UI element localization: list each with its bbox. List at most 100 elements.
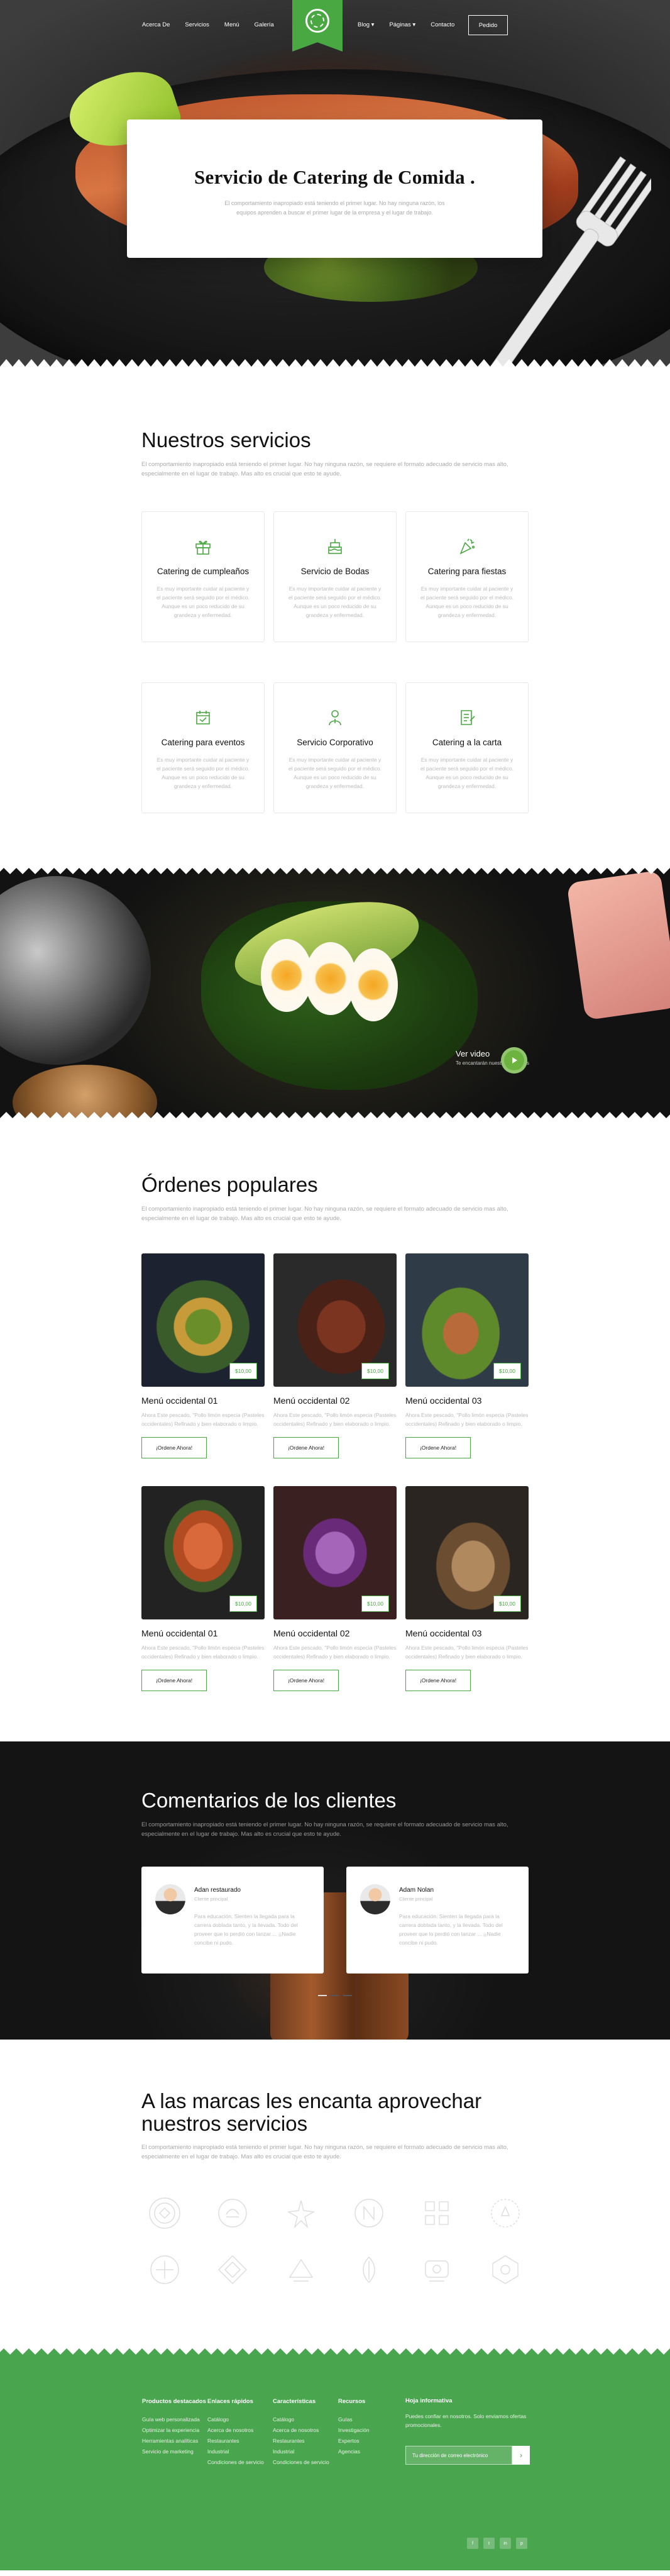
linkedin-icon[interactable]: in [500,2538,511,2549]
services-lead: El comportamiento inapropiado está tenie… [141,461,508,477]
footer-col-title: Enlaces rápidos [207,2398,253,2405]
service-desc: Es muy importante cuidar al paciente y e… [157,757,250,789]
avatar [360,1884,390,1914]
logo-emblem-icon [305,9,329,33]
order-now-button[interactable]: ¡Ordene Ahora! [405,1670,471,1691]
pinterest-icon[interactable]: p [516,2538,527,2549]
order-card: $10,00 Menú occidental 01 Ahora Este pes… [141,1253,265,1458]
service-title: Catering para eventos [161,738,245,747]
pot-image [0,876,151,1065]
reviews-title: Comentarios de los clientes [141,1789,397,1812]
hero-section: Acerca De Servicios Menú Galería Blog ▾ … [0,0,670,375]
twitter-icon[interactable]: t [483,2538,495,2549]
order-title: Menú occidental 01 [141,1628,218,1638]
carousel-dot[interactable] [318,1995,327,1996]
brand-logo-icon [482,2196,529,2231]
orders-lead: El comportamiento inapropiado está tenie… [141,1206,508,1222]
hero-title: Servicio de Catering de Comida . [194,166,475,188]
service-title: Catering de cumpleaños [157,567,250,576]
service-card[interactable]: Catering a la carta Es muy importante cu… [405,682,529,813]
footer-link[interactable]: Guías [338,2414,404,2425]
nav-link-about[interactable]: Acerca De [142,21,170,28]
footer-link[interactable]: Catálogo [207,2414,273,2425]
carousel-dot[interactable] [343,1995,352,1996]
send-button[interactable]: › [512,2446,530,2465]
order-image-salmon[interactable]: $10,00 [141,1486,265,1619]
nav-link-pages[interactable]: Páginas ▾ [389,21,415,28]
price-badge: $10,00 [493,1596,521,1612]
order-now-button[interactable]: ¡Ordene Ahora! [141,1670,207,1691]
order-now-button[interactable]: ¡Ordene Ahora! [141,1437,207,1458]
order-now-button[interactable]: ¡Ordene Ahora! [273,1670,339,1691]
reviews-section: Comentarios de los clientes El comportam… [0,1741,670,2040]
email-field[interactable] [405,2446,512,2465]
service-card[interactable]: Servicio de Bodas Es muy importante cuid… [273,511,397,642]
brand-logo-icon [346,2252,392,2287]
price-badge: $10,00 [229,1596,257,1612]
order-image-icecream[interactable]: $10,00 [273,1486,397,1619]
order-card: $10,00 Menú occidental 03 Ahora Este pes… [405,1486,529,1691]
newsletter-text: Puedes confiar en nosotros. Solo enviamo… [405,2413,527,2428]
order-image-bowl[interactable]: $10,00 [141,1253,265,1387]
order-desc: Ahora Este pescado, "Pollo limón especia… [273,1645,397,1660]
order-image-bread[interactable]: $10,00 [405,1486,529,1619]
footer-col-title: Productos destacados [142,2398,206,2405]
footer-link[interactable]: Acerca de nosotros [207,2425,273,2436]
footer-link[interactable]: Catálogo [273,2414,338,2425]
footer-link[interactable]: Expertos [338,2436,404,2446]
footer-link[interactable]: Optimizar la experiencia [142,2425,207,2436]
service-desc: Es muy importante cuidar al paciente y e… [420,586,513,618]
play-button[interactable] [501,1047,527,1074]
footer-link[interactable]: Condiciones de servicio [273,2457,338,2468]
footer-link[interactable]: Restaurantes [273,2436,338,2446]
facebook-icon[interactable]: f [467,2538,478,2549]
footer-link[interactable]: Acerca de nosotros [273,2425,338,2436]
order-now-button[interactable]: ¡Ordene Ahora! [405,1437,471,1458]
order-image-steak[interactable]: $10,00 [273,1253,397,1387]
footer-link[interactable]: Guía web personalizada [142,2414,207,2425]
order-title: Menú occidental 02 [273,1396,350,1406]
footer-link[interactable]: Restaurantes [207,2436,273,2446]
footer-link[interactable]: Investigación [338,2425,404,2436]
order-button[interactable]: Pedido [468,15,508,35]
service-card[interactable]: Catering de cumpleaños Es muy importante… [141,511,265,642]
services-title: Nuestros servicios [141,428,311,452]
brand-logo-icon [141,2252,188,2287]
cake-icon [324,536,346,557]
price-badge: $10,00 [361,1596,389,1612]
nav-link-gallery[interactable]: Galería [255,21,274,28]
nav-link-pages-label: Páginas [389,21,411,28]
footer-link[interactable]: Industrial [273,2446,338,2457]
nav-link-menu[interactable]: Menú [224,21,239,28]
service-card[interactable]: Catering para fiestas Es muy importante … [405,511,529,642]
price-badge: $10,00 [229,1363,257,1379]
brand-logo-icon [482,2252,529,2287]
review-card: Adan restaurado Cliente principal Para e… [141,1867,324,1974]
logo[interactable] [292,0,343,52]
service-card[interactable]: Catering para eventos Es muy importante … [141,682,265,813]
order-image-salad[interactable]: $10,00 [405,1253,529,1387]
order-desc: Ahora Este pescado, "Pollo limón especia… [141,1645,265,1660]
footer-col-title: Recursos [338,2398,366,2405]
brand-logo-icon [346,2196,392,2231]
footer-link[interactable]: Herramientas analíticas [142,2436,207,2446]
footer-link[interactable]: Condiciones de servicio [207,2457,273,2468]
nav-link-blog[interactable]: Blog ▾ [358,21,374,28]
orders-grid: $10,00 Menú occidental 01 Ahora Este pes… [141,1253,529,1691]
zigzag-divider [0,2343,670,2355]
gift-icon [192,536,214,557]
footer-link[interactable]: Agencias [338,2446,404,2457]
nav-link-services[interactable]: Servicios [185,21,209,28]
popular-orders-section: Órdenes populares El comportamiento inap… [0,1123,670,1741]
service-card[interactable]: Servicio Corporativo Es muy importante c… [273,682,397,813]
service-desc: Es muy importante cuidar al paciente y e… [288,757,382,789]
nav-link-contact[interactable]: Contacto [431,21,454,28]
menu-card-icon [456,707,478,728]
footer: Productos destacados Guía web personaliz… [0,2343,670,2570]
footer-link[interactable]: Servicio de marketing [142,2446,207,2457]
footer-link[interactable]: Industrial [207,2446,273,2457]
play-icon [512,1057,517,1063]
orders-title: Órdenes populares [141,1173,318,1196]
order-now-button[interactable]: ¡Ordene Ahora! [273,1437,339,1458]
carousel-dot[interactable] [331,1995,339,1996]
